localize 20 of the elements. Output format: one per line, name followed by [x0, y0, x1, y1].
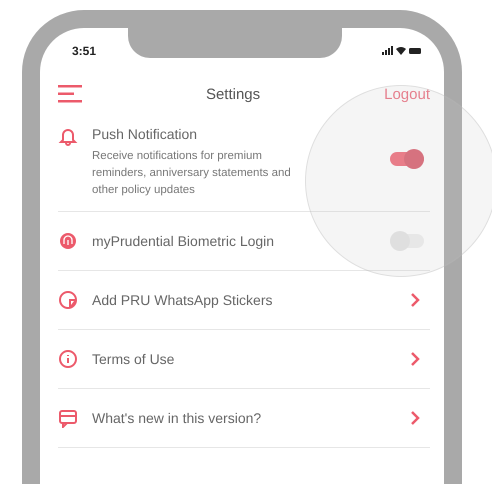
- menu-icon[interactable]: [58, 85, 82, 103]
- card-icon: [58, 408, 78, 428]
- chevron-icon[interactable]: [410, 410, 420, 426]
- setting-label: Push Notification: [92, 126, 198, 142]
- logout-button[interactable]: Logout: [384, 86, 430, 102]
- page-title: Settings: [206, 86, 260, 102]
- setting-label: myPrudential Biometric Login: [92, 233, 276, 249]
- status-icons: [382, 46, 422, 56]
- setting-label: Add PRU WhatsApp Stickers: [92, 292, 274, 308]
- setting-label: Terms of Use: [92, 351, 176, 367]
- status-time: 3:51: [72, 44, 96, 58]
- setting-description: Receive notifications for premium reminders, anniversary statements and other policy updates: [92, 149, 292, 198]
- sticker-icon: [58, 290, 78, 310]
- fingerprint-icon: [58, 231, 78, 251]
- info-icon: [58, 349, 78, 369]
- chevron-icon[interactable]: [410, 292, 420, 308]
- toggle-switch[interactable]: [390, 152, 424, 166]
- bell-icon: [58, 126, 78, 146]
- setting-label: What's new in this version?: [92, 410, 262, 426]
- chevron-icon[interactable]: [410, 351, 420, 367]
